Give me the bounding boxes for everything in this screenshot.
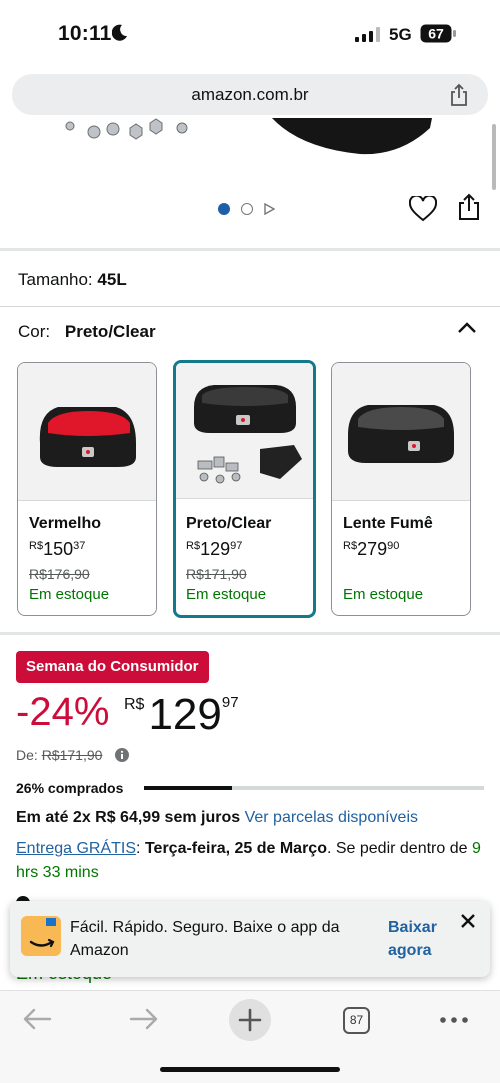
carousel-dot[interactable] bbox=[241, 203, 253, 215]
plus-icon bbox=[238, 1008, 262, 1032]
carousel-dots[interactable] bbox=[218, 202, 278, 216]
download-app-button[interactable]: Baixar agora bbox=[388, 916, 458, 962]
new-tab-button[interactable] bbox=[229, 999, 271, 1041]
amazon-app-icon bbox=[21, 916, 61, 956]
status-bar: 10:11 5G 67 bbox=[0, 0, 500, 66]
address-bar[interactable]: amazon.com.br bbox=[12, 74, 488, 115]
bought-progress-bar bbox=[144, 786, 484, 790]
svg-text:67: 67 bbox=[428, 26, 444, 42]
delivery-date: Terça-feira, 25 de Março bbox=[144, 840, 327, 857]
variant-name: Preto/Clear bbox=[186, 515, 272, 532]
back-arrow-icon[interactable] bbox=[22, 1008, 52, 1030]
product-image-carousel[interactable] bbox=[0, 118, 500, 250]
tabs-button[interactable]: 87 bbox=[343, 1007, 370, 1034]
chevron-up-icon[interactable] bbox=[456, 320, 478, 334]
variant-card-lente-fume[interactable]: Lente Fumê R$27990 Em estoque bbox=[331, 362, 471, 616]
discount-percent: -24% bbox=[16, 690, 110, 734]
share-icon[interactable] bbox=[448, 83, 470, 107]
variant-price: R$27990 bbox=[343, 539, 400, 559]
close-icon[interactable] bbox=[460, 913, 476, 929]
forward-arrow-icon[interactable] bbox=[129, 1008, 159, 1030]
color-label: Cor: bbox=[18, 322, 51, 341]
color-row[interactable]: Cor: Preto/Clear bbox=[18, 322, 156, 342]
free-delivery-link[interactable]: Entrega GRÁTIS bbox=[16, 840, 136, 857]
bought-percentage: 26% comprados bbox=[16, 780, 124, 796]
app-install-banner[interactable]: Fácil. Rápido. Seguro. Baixe o app da Am… bbox=[10, 901, 490, 977]
variant-thumbnail bbox=[18, 363, 156, 501]
variant-thumbnail bbox=[176, 363, 313, 499]
section-divider bbox=[0, 306, 500, 307]
heart-icon[interactable] bbox=[409, 196, 437, 222]
url-text[interactable]: amazon.com.br bbox=[12, 85, 488, 105]
status-time: 10:11 bbox=[58, 22, 112, 45]
battery-icon: 67 bbox=[420, 24, 456, 43]
variant-old-price: R$176,90 bbox=[29, 566, 90, 582]
size-row: Tamanho: 45L bbox=[18, 270, 127, 290]
list-price: De: R$171,90 bbox=[16, 747, 103, 763]
share-icon[interactable] bbox=[457, 193, 481, 221]
product-image bbox=[65, 118, 432, 155]
variant-name: Vermelho bbox=[29, 515, 102, 532]
size-value: 45L bbox=[97, 270, 127, 289]
variant-stock: Em estoque bbox=[29, 586, 110, 603]
moon-icon bbox=[112, 24, 127, 41]
play-icon[interactable] bbox=[263, 203, 275, 215]
carousel-dot-active[interactable] bbox=[218, 203, 230, 215]
variant-stock: Em estoque bbox=[186, 586, 267, 603]
variant-stock: Em estoque bbox=[343, 586, 424, 603]
section-divider bbox=[0, 632, 500, 635]
installments: Em até 2x R$ 64,99 sem juros Ver parcela… bbox=[16, 809, 419, 826]
more-options-icon[interactable] bbox=[440, 1017, 468, 1023]
signal-icon bbox=[355, 27, 380, 42]
variant-price: R$15037 bbox=[29, 539, 86, 559]
variant-old-price: R$171,90 bbox=[186, 566, 247, 582]
variant-price: R$12997 bbox=[186, 539, 243, 559]
variant-card-vermelho[interactable]: Vermelho R$15037 R$176,90 Em estoque bbox=[17, 362, 157, 616]
variant-name: Lente Fumê bbox=[343, 515, 433, 532]
size-label: Tamanho: bbox=[18, 270, 93, 289]
variant-thumbnail bbox=[332, 363, 470, 501]
scroll-indicator bbox=[492, 124, 496, 190]
deal-price: R$12997 bbox=[124, 690, 239, 739]
installments-link[interactable]: Ver parcelas disponíveis bbox=[245, 809, 418, 826]
home-indicator bbox=[160, 1067, 340, 1072]
deal-badge: Semana do Consumidor bbox=[16, 651, 209, 683]
bought-progress-fill bbox=[144, 786, 233, 790]
color-value: Preto/Clear bbox=[64, 322, 156, 341]
network-type: 5G bbox=[389, 25, 412, 44]
info-icon[interactable] bbox=[115, 748, 129, 762]
variant-card-preto-clear[interactable]: Preto/Clear R$12997 R$171,90 Em estoque bbox=[173, 360, 316, 618]
delivery-info: Entrega GRÁTIS: Terça-feira, 25 de Março… bbox=[16, 840, 481, 881]
app-banner-text: Fácil. Rápido. Seguro. Baixe o app da Am… bbox=[70, 919, 340, 959]
section-divider bbox=[0, 248, 500, 251]
